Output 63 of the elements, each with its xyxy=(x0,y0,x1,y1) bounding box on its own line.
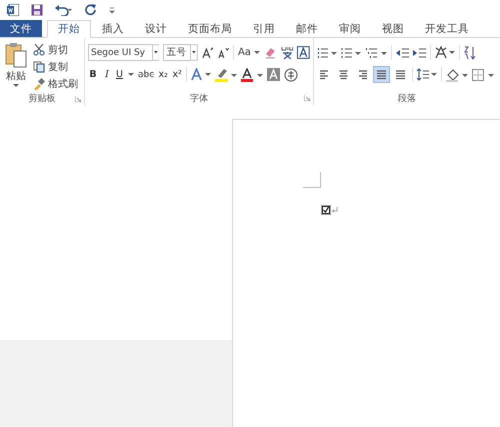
format-button[interactable]: U xyxy=(116,69,134,80)
text-effects-icon[interactable] xyxy=(191,68,212,81)
borders-icon[interactable] xyxy=(472,68,494,80)
caret-icon xyxy=(128,72,134,76)
enclose-character-icon[interactable] xyxy=(284,68,298,82)
bullet-list-icon[interactable] xyxy=(317,46,337,58)
sort-icon[interactable] xyxy=(464,46,476,60)
dropdown-icon[interactable] xyxy=(190,44,198,61)
ribbon-tab[interactable]: 审阅 xyxy=(329,20,371,37)
format-button[interactable]: B xyxy=(88,69,98,80)
ribbon-tab[interactable]: 视图 xyxy=(372,20,414,37)
ribbon-tab[interactable]: 设计 xyxy=(135,20,177,37)
decrease-indent-icon[interactable] xyxy=(396,46,409,58)
character-shading-icon[interactable] xyxy=(267,68,280,81)
font-name-field[interactable]: Segoe UI Sy xyxy=(88,44,152,61)
shrink-font-icon[interactable] xyxy=(217,46,229,58)
clipboard-command[interactable]: 格式刷 xyxy=(33,77,78,91)
ribbon-tab[interactable]: 邮件 xyxy=(286,20,328,37)
paintbrush-icon xyxy=(33,78,45,90)
clipboard-command[interactable]: 剪切 xyxy=(33,43,78,57)
shading-icon[interactable] xyxy=(446,68,468,82)
group-label: 剪贴板 xyxy=(28,92,56,105)
ribbon-tab[interactable]: 插入 xyxy=(92,20,134,37)
format-button[interactable]: x₂ xyxy=(158,69,168,80)
clipboard-command[interactable]: 复制 xyxy=(33,60,78,74)
character-border-icon[interactable] xyxy=(297,46,310,59)
ribbon-tab[interactable]: 文件 xyxy=(0,20,42,37)
line-spacing-icon[interactable] xyxy=(417,68,437,81)
highlighter-icon[interactable] xyxy=(215,68,238,82)
word-logo-icon xyxy=(7,4,19,16)
checkbox[interactable] xyxy=(321,205,331,215)
ribbon-tab[interactable]: 开始 xyxy=(47,20,91,38)
format-button[interactable]: I xyxy=(102,69,112,80)
caret-icon xyxy=(254,50,260,54)
grow-font-icon[interactable] xyxy=(202,46,214,58)
align-button[interactable] xyxy=(374,67,389,82)
increase-indent-icon[interactable] xyxy=(413,46,426,58)
paste-button[interactable]: 粘贴 xyxy=(3,41,29,91)
redo-icon[interactable] xyxy=(85,4,97,16)
undo-icon[interactable] xyxy=(55,4,73,16)
margin-corner-mark xyxy=(303,172,321,190)
scissors-icon xyxy=(33,44,45,56)
group-label: 字体 xyxy=(190,92,208,104)
caret-icon xyxy=(13,84,19,88)
group-label: 段落 xyxy=(398,92,416,104)
dialog-launcher-icon[interactable] xyxy=(304,95,310,101)
ribbon-tab[interactable]: 页面布局 xyxy=(178,20,242,37)
multilevel-list-icon[interactable] xyxy=(365,46,387,58)
change-case-button[interactable]: Aa xyxy=(238,47,260,58)
phonetic-guide-icon[interactable] xyxy=(280,46,294,60)
case-label: Aa xyxy=(238,47,251,58)
save-icon[interactable] xyxy=(31,4,43,16)
chinese-layout-icon[interactable] xyxy=(435,46,455,59)
customize-icon[interactable] xyxy=(109,6,115,14)
numbered-list-icon[interactable] xyxy=(341,46,361,58)
ribbon-tab[interactable]: 引用 xyxy=(243,20,285,37)
dropdown-icon[interactable] xyxy=(152,44,160,61)
copy-icon xyxy=(33,61,45,73)
paragraph-mark-icon xyxy=(332,207,338,213)
ribbon-tab[interactable]: 开发工具 xyxy=(415,20,479,37)
font-color-icon[interactable] xyxy=(241,68,264,82)
dialog-launcher-icon[interactable] xyxy=(75,96,81,102)
format-button[interactable]: x² xyxy=(172,69,182,80)
